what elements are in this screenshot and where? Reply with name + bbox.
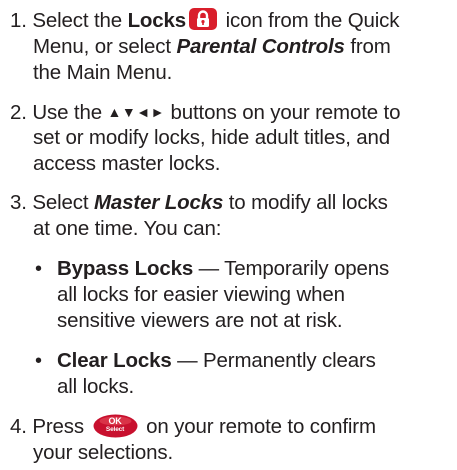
step-1-line-3: the Main Menu. bbox=[33, 61, 173, 84]
locks-term: Locks bbox=[127, 9, 187, 32]
step-4-line-1: 4. Press OK Select on your remote to conf… bbox=[10, 414, 376, 438]
step-3-line-2: at one time. You can: bbox=[33, 217, 222, 240]
bullet: • bbox=[35, 258, 43, 280]
arrow-buttons-glyphs: ▲▼◄► bbox=[107, 104, 165, 120]
step-4-line-2: your selections. bbox=[33, 441, 174, 464]
clear-locks-term: Clear Locks bbox=[57, 349, 172, 372]
step-3-line-1: 3. Select Master Locks to modify all loc… bbox=[10, 191, 388, 214]
option-2-line-2: all locks. bbox=[57, 375, 135, 398]
step-number: 1. bbox=[10, 9, 27, 32]
option-1-line-3: sensitive viewers are not at risk. bbox=[57, 309, 343, 332]
step-number: 4. bbox=[10, 415, 27, 438]
step-1-line-1: 1. Select the Locks icon from the Quick bbox=[10, 8, 400, 32]
option-1-line-2: all locks for easier viewing when bbox=[57, 283, 345, 306]
parental-controls-term: Parental Controls bbox=[176, 35, 345, 58]
step-number: 2. bbox=[10, 101, 27, 124]
ok-select-button-icon: OK Select bbox=[93, 414, 138, 438]
step-2-line-3: access master locks. bbox=[33, 152, 221, 175]
step-1-line-2: Menu, or select Parental Controls from bbox=[33, 35, 391, 58]
bypass-locks-term: Bypass Locks bbox=[57, 257, 194, 280]
step-2-line-2: set or modify locks, hide adult titles, … bbox=[33, 126, 391, 149]
step-number: 3. bbox=[10, 191, 27, 214]
bullet: • bbox=[35, 350, 43, 372]
option-1-line-1: Bypass Locks — Temporarily opens bbox=[57, 257, 390, 280]
instructions-document: 1. Select the Locks icon from the Quick … bbox=[0, 0, 457, 470]
lock-icon bbox=[189, 8, 218, 30]
option-2-line-1: Clear Locks — Permanently clears bbox=[57, 349, 376, 372]
master-locks-term: Master Locks bbox=[93, 191, 224, 214]
step-2-line-1: 2. Use the ▲▼◄► buttons on your remote t… bbox=[10, 101, 401, 124]
